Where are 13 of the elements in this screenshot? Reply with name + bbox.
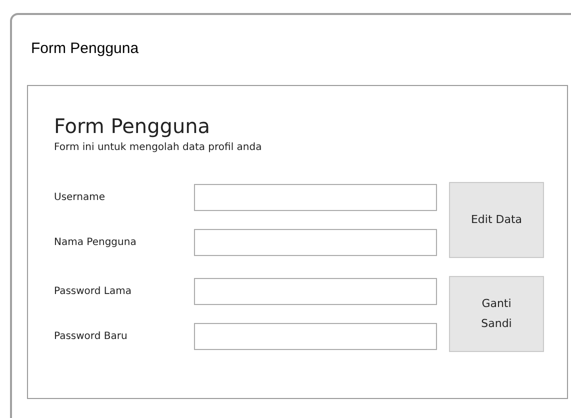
- field-label: Nama Pengguna: [54, 236, 138, 250]
- panel-title: Form Pengguna: [31, 39, 140, 59]
- form-subtitle: Form ini untuk mengolah data profil anda: [54, 141, 263, 155]
- form-heading: Form Pengguna: [54, 114, 212, 138]
- input-field[interactable]: [194, 229, 437, 256]
- input-field[interactable]: [194, 278, 437, 305]
- field-label: Password Lama: [54, 285, 132, 299]
- field-label: Password Baru: [54, 330, 128, 344]
- field-label: Username: [54, 191, 106, 205]
- input-field[interactable]: [194, 323, 437, 350]
- input-field[interactable]: [194, 184, 437, 211]
- action-button[interactable]: Edit Data: [449, 182, 544, 258]
- action-button[interactable]: Ganti Sandi: [449, 276, 544, 352]
